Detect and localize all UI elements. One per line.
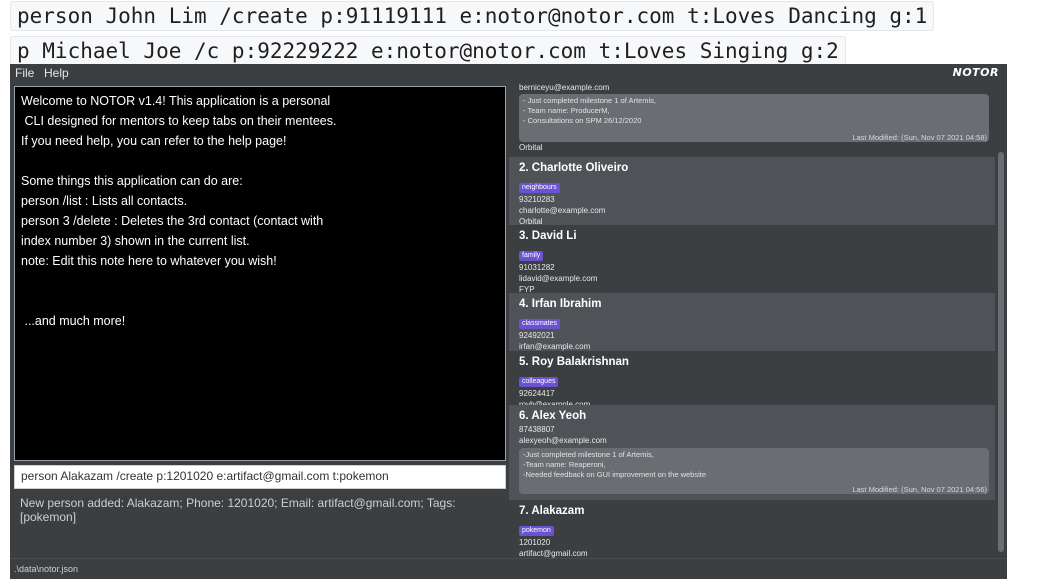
person-card[interactable]: 4. Irfan Ibrahim classmates 92492021 irf… [509, 293, 995, 351]
note-line: ...and much more! [21, 314, 126, 328]
last-modified: Last Modified: (Sun, Nov 07 2021 04:56) [852, 485, 987, 494]
tag-badge: colleagues [519, 377, 559, 387]
person-card[interactable]: berniceyu@example.com - Just completed m… [509, 84, 995, 153]
note-line: If you need help, you can refer to the h… [21, 134, 287, 148]
person-phone: 92492021 [519, 331, 555, 340]
person-email: alexyeoh@example.com [519, 436, 607, 445]
note-text: -Team name: Reaperoni, [523, 460, 606, 469]
note-line: Some things this application can do are: [21, 174, 243, 188]
person-group: Orbital [519, 143, 543, 152]
person-card[interactable]: 6. Alex Yeoh 87438807 alexyeoh@example.c… [509, 405, 995, 500]
tag-badge: classmates [519, 319, 561, 329]
person-phone: 1201020 [519, 538, 551, 547]
person-email: berniceyu@example.com [519, 84, 610, 92]
note-line [21, 151, 499, 171]
person-name: 3. David Li [519, 230, 577, 242]
tag-badge: neighbours [519, 183, 560, 193]
tag-badge: pokemon [519, 526, 554, 536]
note-line: person 3 /delete : Deletes the 3rd conta… [21, 214, 324, 228]
note-line [21, 271, 499, 291]
note-text: -Needed feedback on GUI improvement on t… [523, 470, 707, 479]
person-name: 7. Alakazam [519, 505, 585, 517]
status-bar: .\data\notor.json [10, 558, 1007, 579]
tag-badge: family [519, 251, 544, 261]
person-email: lidavid@example.com [519, 274, 598, 283]
note-box: - Just completed milestone 1 of Artemis,… [519, 94, 989, 142]
app-logo: NOTOR [952, 66, 999, 79]
person-email: artifact@gmail.com [519, 549, 588, 558]
person-name: 5. Roy Balakrishnan [519, 356, 629, 368]
note-line: person /list : Lists all contacts. [21, 194, 188, 208]
note-text: -Just completed milestone 1 of Artemis, [523, 450, 654, 459]
menu-bar: File Help [10, 64, 509, 84]
note-panel[interactable]: Welcome to NOTOR v1.4! This application … [14, 86, 506, 461]
person-phone: 93210283 [519, 195, 555, 204]
note-line: index number 3) shown in the current lis… [21, 234, 250, 248]
person-phone: 87438807 [519, 425, 555, 434]
menu-file[interactable]: File [15, 66, 34, 80]
note-box: -Just completed milestone 1 of Artemis, … [519, 448, 989, 494]
menu-help[interactable]: Help [44, 66, 69, 80]
note-line [21, 291, 499, 311]
person-list-panel: berniceyu@example.com - Just completed m… [509, 84, 1007, 558]
note-text: - Consultations on SPM 26/12/2020 [523, 116, 642, 125]
note-line: note: Edit this note here to whatever yo… [21, 254, 277, 268]
note-line: CLI designed for mentors to keep tabs on… [21, 114, 337, 128]
person-email: charlotte@example.com [519, 206, 606, 215]
example-command-2: p Michael Joe /c p:92229222 e:notor@noto… [10, 36, 846, 66]
last-modified: Last Modified: (Sun, Nov 07 2021 04:58) [852, 133, 987, 142]
left-panel: Welcome to NOTOR v1.4! This application … [10, 84, 509, 558]
command-input[interactable]: person Alakazam /create p:1201020 e:arti… [14, 465, 506, 489]
note-text: - Team name: ProducerM, [523, 106, 610, 115]
note-text: - Just completed milestone 1 of Artemis, [523, 96, 656, 105]
person-card[interactable]: 2. Charlotte Oliveiro neighbours 9321028… [509, 157, 995, 226]
person-card[interactable]: 5. Roy Balakrishnan colleagues 92624417 … [509, 351, 995, 409]
person-name: 2. Charlotte Oliveiro [519, 162, 629, 174]
person-card[interactable]: 7. Alakazam pokemon 1201020 artifact@gma… [509, 500, 995, 558]
app-window: File Help NOTOR Welcome to NOTOR v1.4! T… [10, 64, 1007, 579]
person-card[interactable]: 3. David Li family 91031282 lidavid@exam… [509, 225, 995, 294]
person-phone: 91031282 [519, 263, 555, 272]
person-name: 6. Alex Yeoh [519, 410, 587, 422]
brand-bar: NOTOR [509, 64, 1007, 84]
note-line: Welcome to NOTOR v1.4! This application … [21, 94, 331, 108]
list-scrollbar[interactable] [998, 152, 1004, 552]
example-command-1: person John Lim /create p:91119111 e:not… [10, 1, 935, 31]
result-display: New person added: Alakazam; Phone: 12010… [20, 496, 456, 524]
person-name: 4. Irfan Ibrahim [519, 298, 602, 310]
person-phone: 92624417 [519, 389, 555, 398]
data-file-path: .\data\notor.json [14, 564, 79, 574]
